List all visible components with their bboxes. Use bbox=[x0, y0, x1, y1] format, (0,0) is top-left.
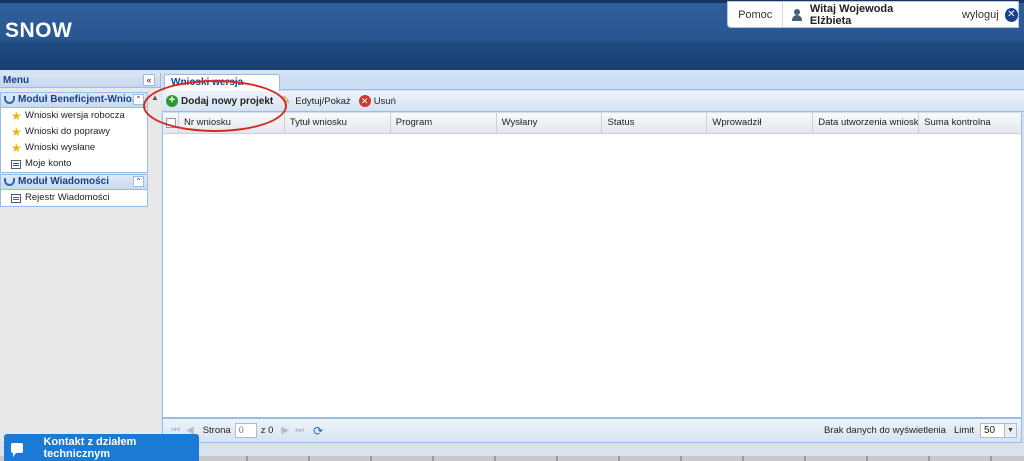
close-icon[interactable]: ✕ bbox=[1004, 7, 1019, 22]
sidebar-header: Menu « bbox=[0, 73, 160, 88]
star-icon: ★ bbox=[11, 141, 22, 155]
chevron-up-icon[interactable]: ▲ bbox=[151, 93, 159, 102]
delete-label: Usuń bbox=[373, 95, 396, 107]
user-greeting: Witaj Wojewoda Elżbieta bbox=[809, 2, 894, 27]
contact-support-button[interactable]: Kontakt z działem technicznym bbox=[4, 434, 199, 461]
sidebar-item-label: Rejestr Wiadomości bbox=[25, 192, 110, 203]
document-icon bbox=[11, 159, 21, 169]
collapse-module-button[interactable]: ⌃ bbox=[133, 176, 144, 187]
tab-strip: Wnioski wersja robocza bbox=[162, 73, 1024, 103]
last-page-icon[interactable]: ⏭ bbox=[295, 425, 304, 436]
plus-icon: + bbox=[166, 95, 178, 107]
add-project-label: Dodaj nowy projekt bbox=[181, 95, 274, 107]
star-icon: ★ bbox=[11, 125, 22, 139]
delete-button[interactable]: ✕ Usuń bbox=[358, 95, 396, 107]
contact-support-label: Kontakt z działem technicznym bbox=[43, 435, 137, 460]
page-label: Strona bbox=[202, 425, 231, 436]
sidebar-item-wnioski-robocza[interactable]: ★ Wnioski wersja robocza bbox=[1, 108, 147, 124]
module-wiadomosci: Moduł Wiadomości ⌃ Rejestr Wiadomości bbox=[0, 174, 148, 207]
add-project-button[interactable]: + Dodaj nowy projekt bbox=[166, 95, 273, 107]
delete-icon: ✕ bbox=[358, 95, 371, 107]
limit-value: 50 bbox=[984, 425, 996, 436]
sidebar-item-rejestr-wiadomosci[interactable]: Rejestr Wiadomości bbox=[1, 190, 147, 206]
collapse-module-button[interactable]: ⌃ bbox=[133, 94, 144, 105]
page-number-input[interactable]: 0 bbox=[234, 423, 257, 438]
sidebar-item-label: Wnioski do poprawy bbox=[25, 126, 111, 137]
limit-label: Limit bbox=[953, 425, 974, 436]
pager: ⏮ ◀ Strona 0 z 0 ▶ ⏭ ⟳ Brak danych do wy… bbox=[162, 418, 1022, 443]
sidebar-item-wnioski-wyslane[interactable]: ★ Wnioski wysłane bbox=[1, 140, 147, 156]
module-icon bbox=[4, 96, 15, 104]
sidebar: Menu « Moduł Beneficjent-Wnio... ⌃ ★ Wni… bbox=[0, 73, 161, 441]
sidebar-item-label: Wnioski wysłane bbox=[25, 142, 96, 153]
user-icon bbox=[791, 8, 803, 21]
sidebar-scrollbar[interactable]: ▲ bbox=[149, 89, 161, 441]
star-icon: ★ bbox=[11, 109, 22, 123]
column-header[interactable]: Program bbox=[391, 113, 497, 133]
sidebar-item-moje-konto[interactable]: Moje konto bbox=[1, 156, 147, 172]
module-title[interactable]: Moduł Wiadomości ⌃ bbox=[1, 175, 147, 190]
collapse-sidebar-button[interactable]: « bbox=[143, 74, 155, 86]
refresh-icon[interactable]: ⟳ bbox=[313, 424, 323, 438]
select-all-checkbox[interactable] bbox=[163, 113, 179, 133]
next-page-icon[interactable]: ▶ bbox=[281, 425, 289, 436]
module-title[interactable]: Moduł Beneficjent-Wnio... ⌃ bbox=[1, 93, 147, 108]
tab-wnioski-robocza[interactable]: Wnioski wersja robocza bbox=[164, 74, 280, 103]
module-title-label: Moduł Wiadomości bbox=[18, 176, 110, 187]
sidebar-item-wnioski-poprawy[interactable]: ★ Wnioski do poprawy bbox=[1, 124, 147, 140]
column-header[interactable]: Tytuł wniosku bbox=[285, 113, 391, 133]
logout-link[interactable]: wyloguj bbox=[962, 9, 999, 21]
main-panel: Wnioski wersja robocza + Dodaj nowy proj… bbox=[162, 73, 1024, 443]
column-header[interactable]: Status bbox=[602, 113, 708, 133]
page-count: z 0 bbox=[260, 425, 274, 436]
module-beneficjent: Moduł Beneficjent-Wnio... ⌃ ★ Wnioski we… bbox=[0, 92, 148, 173]
empty-message: Brak danych do wyświetlenia bbox=[823, 425, 946, 436]
limit-select[interactable]: 50 ▼ bbox=[980, 423, 1017, 438]
sidebar-title: Menu bbox=[3, 75, 30, 86]
chat-icon bbox=[11, 442, 24, 457]
edit-label: Edytuj/Pokaż bbox=[295, 95, 351, 107]
data-grid: Nr wniosku Tytuł wniosku Program Wysłany… bbox=[162, 113, 1022, 418]
toolbar: + Dodaj nowy projekt ✎ Edytuj/Pokaż ✕ Us… bbox=[162, 91, 1024, 112]
user-box: Pomoc Witaj Wojewoda Elżbieta wyloguj ✕ bbox=[727, 1, 1019, 28]
pencil-icon: ✎ bbox=[281, 95, 291, 107]
column-header[interactable]: Nr wniosku bbox=[179, 113, 285, 133]
module-icon bbox=[4, 178, 15, 186]
sidebar-item-label: Wnioski wersja robocza bbox=[25, 110, 125, 121]
column-header[interactable]: Data utworzenia wniosku bbox=[813, 113, 920, 133]
app-logo: SNOW bbox=[5, 19, 73, 42]
help-link[interactable]: Pomoc bbox=[728, 2, 784, 27]
app-header: SNOW Pomoc Witaj Wojewoda Elżbieta wylog… bbox=[0, 0, 1024, 70]
edit-button[interactable]: ✎ Edytuj/Pokaż bbox=[281, 95, 350, 107]
column-header[interactable]: Wprowadził bbox=[707, 113, 814, 133]
sidebar-item-label: Moje konto bbox=[25, 158, 72, 169]
column-header[interactable]: Suma kontrolna bbox=[919, 113, 1021, 133]
document-icon bbox=[11, 193, 21, 203]
chevron-down-icon: ▼ bbox=[1004, 424, 1016, 437]
pager-right: Brak danych do wyświetlenia Limit 50 ▼ bbox=[824, 423, 1017, 438]
column-header[interactable]: Wysłany bbox=[497, 113, 603, 133]
module-title-label: Moduł Beneficjent-Wnio... bbox=[18, 94, 141, 105]
grid-header: Nr wniosku Tytuł wniosku Program Wysłany… bbox=[163, 113, 1021, 134]
